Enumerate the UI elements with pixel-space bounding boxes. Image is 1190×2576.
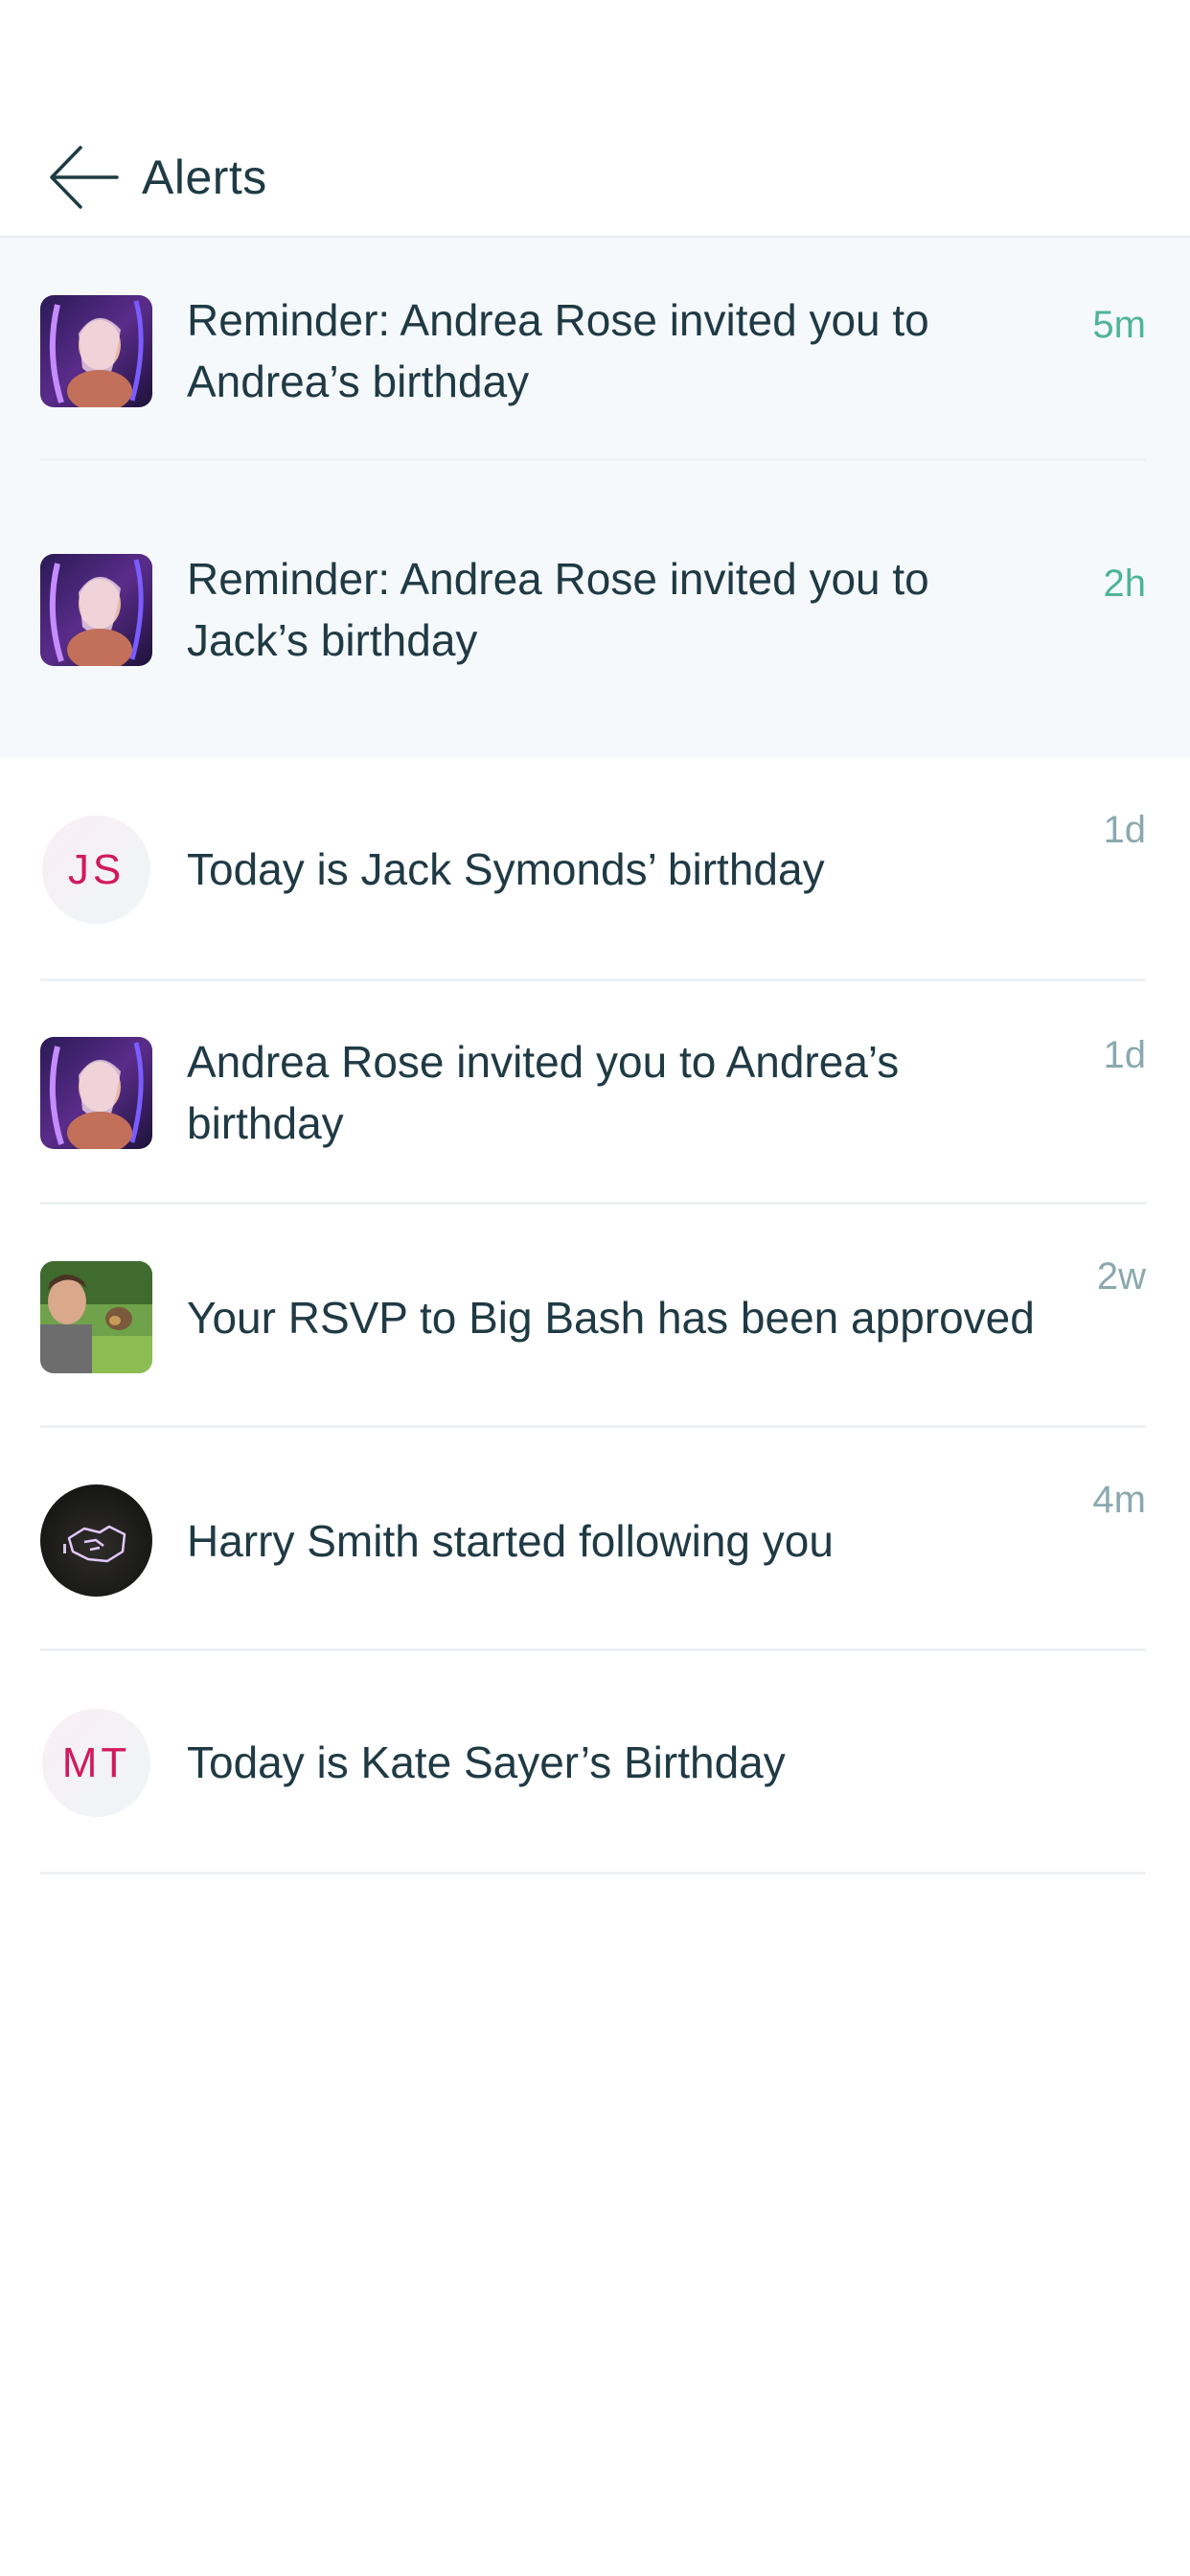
alert-message: Harry Smith started following you bbox=[187, 1516, 834, 1566]
alert-message: Today is Jack Symonds’ birthday bbox=[187, 844, 825, 894]
alert-time: 2w bbox=[1096, 1255, 1146, 1298]
initials-avatar: JS bbox=[42, 816, 150, 924]
alert-time: 1d bbox=[1103, 1034, 1147, 1076]
user-photo-avatar bbox=[40, 1261, 152, 1373]
event-photo-avatar bbox=[40, 1037, 152, 1149]
event-photo-avatar bbox=[40, 295, 152, 407]
alert-message: Andrea Rose invited you to Andrea’s birt… bbox=[187, 1037, 900, 1148]
page-title: Alerts bbox=[142, 150, 267, 204]
back-button[interactable] bbox=[48, 144, 121, 211]
alerts-list: Reminder: Andrea Rose invited you to And… bbox=[0, 238, 1190, 1874]
alert-item[interactable]: Reminder: Andrea Rose invited you to And… bbox=[0, 238, 1190, 461]
app-header: Alerts bbox=[0, 0, 1190, 238]
alert-item[interactable]: JS Today is Jack Symonds’ birthday 1d bbox=[0, 758, 1190, 981]
event-photo-avatar bbox=[40, 554, 152, 666]
alert-item[interactable]: MT Today is Kate Sayer’s Birthday bbox=[0, 1651, 1190, 1874]
alert-message: Your RSVP to Big Bash has been approved bbox=[187, 1293, 1035, 1343]
alert-time: 2h bbox=[1103, 563, 1147, 605]
divider bbox=[40, 1872, 1146, 1874]
alert-time: 5m bbox=[1092, 304, 1146, 346]
initials-avatar: MT bbox=[42, 1709, 150, 1817]
alert-time: 4m bbox=[1092, 1479, 1146, 1521]
alert-message: Reminder: Andrea Rose invited you to Jac… bbox=[187, 554, 929, 665]
alert-message: Today is Kate Sayer’s Birthday bbox=[187, 1737, 786, 1787]
alert-item[interactable]: Andrea Rose invited you to Andrea’s birt… bbox=[0, 981, 1190, 1205]
alert-item[interactable]: Harry Smith started following you 4m bbox=[0, 1428, 1190, 1651]
alert-message: Reminder: Andrea Rose invited you to And… bbox=[187, 295, 929, 406]
alert-item[interactable]: Reminder: Andrea Rose invited you to Jac… bbox=[0, 461, 1190, 758]
user-photo-avatar bbox=[40, 1484, 152, 1597]
alert-time: 1d bbox=[1103, 809, 1147, 851]
arrow-left-icon bbox=[48, 144, 121, 211]
alert-item[interactable]: Your RSVP to Big Bash has been approved … bbox=[0, 1205, 1190, 1428]
